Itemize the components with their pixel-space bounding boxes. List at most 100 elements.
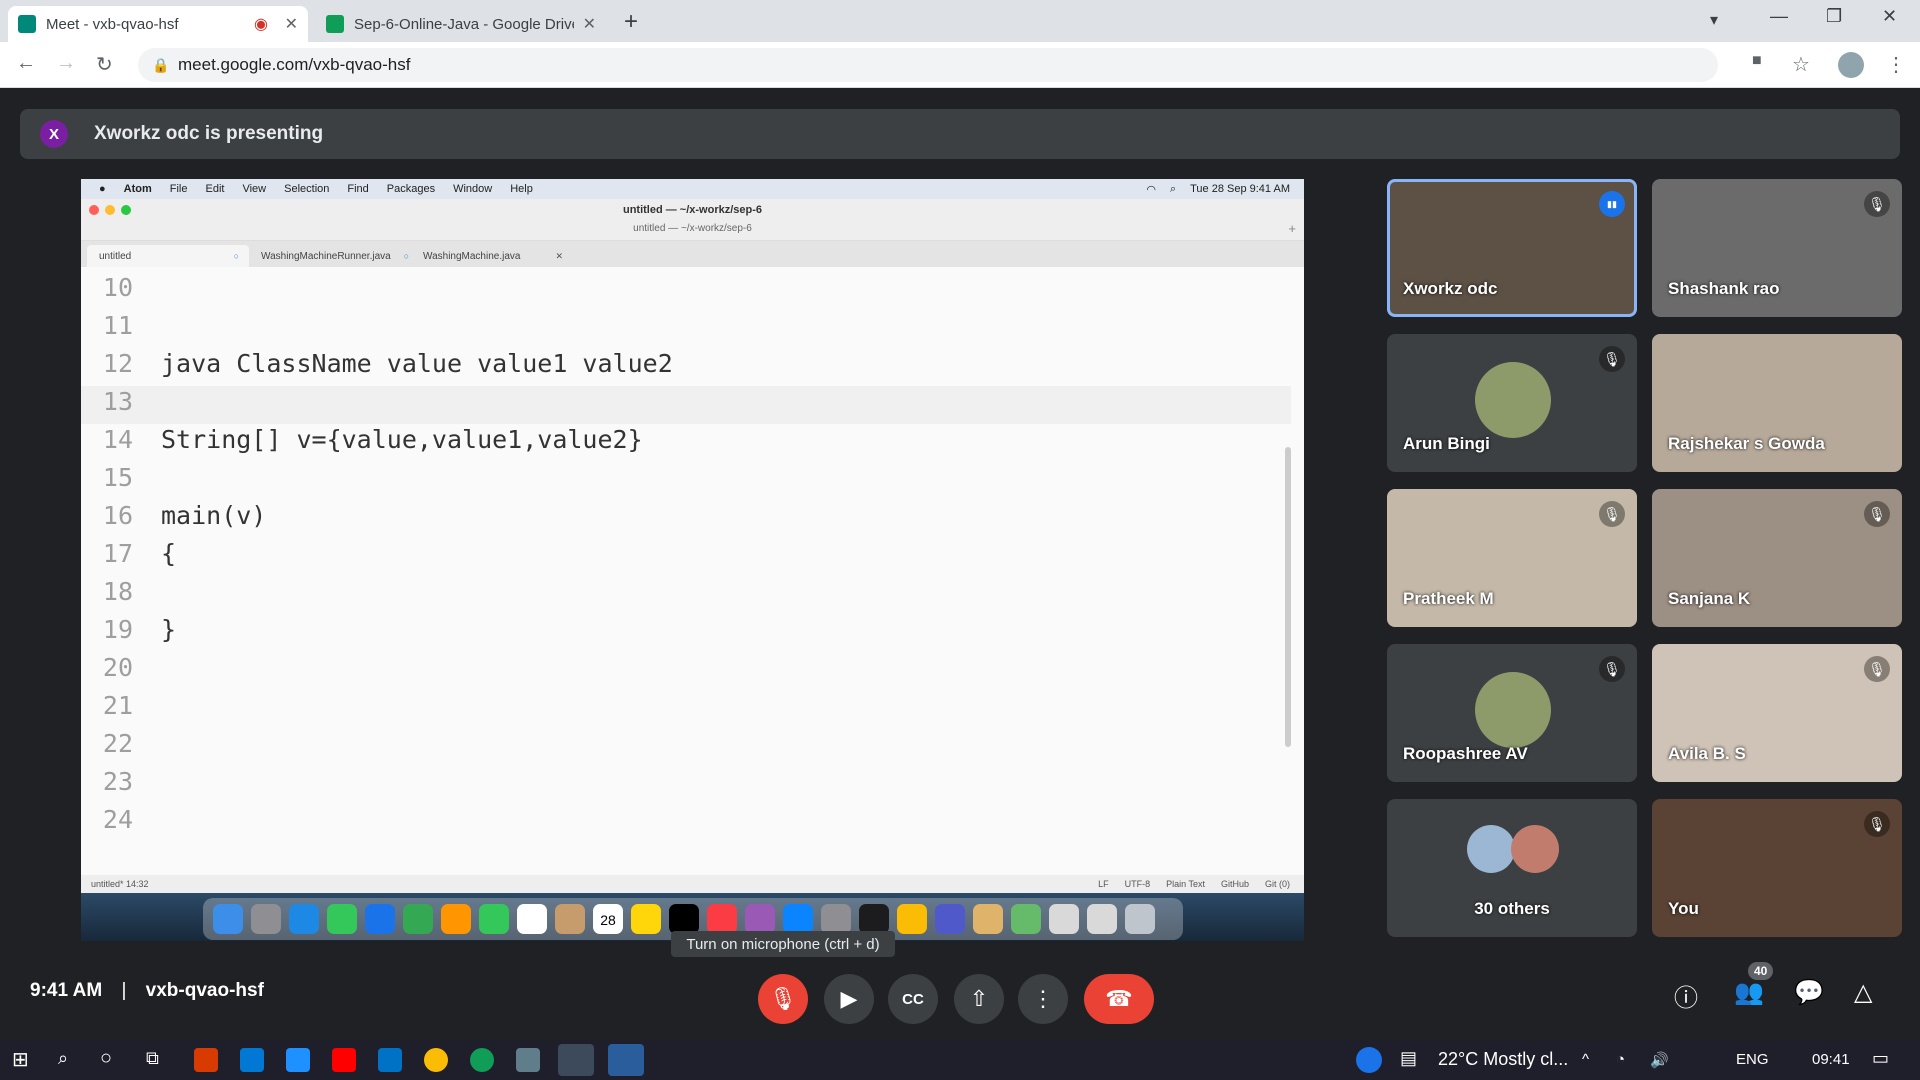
edge-icon[interactable] <box>470 1048 494 1072</box>
menu-kebab-icon[interactable]: ⋮ <box>1886 52 1906 77</box>
files-icon[interactable] <box>286 1048 310 1072</box>
profile-avatar[interactable] <box>1838 52 1864 78</box>
tab-drive[interactable]: Sep-6-Online-Java - Google Drive ✕ <box>316 6 606 42</box>
dock-app-icon <box>669 904 699 934</box>
windows-start-icon[interactable]: ⊞ <box>12 1047 29 1072</box>
task-view-icon[interactable]: ⧉ <box>146 1048 159 1069</box>
participant-tile[interactable]: Arun Bingi 🎙 <box>1387 334 1637 472</box>
dock-app-icon <box>1087 904 1117 934</box>
bookmark-star-icon[interactable]: ☆ <box>1792 52 1810 77</box>
search-icon[interactable]: ⌕ <box>58 1048 68 1069</box>
participant-name: Rajshekar s Gowda <box>1668 434 1825 453</box>
participant-tile[interactable]: Sanjana K 🎙 <box>1652 489 1902 627</box>
separator: | <box>121 980 127 1001</box>
meeting-info-icon[interactable]: ⓘ <box>1674 978 1698 1013</box>
mic-off-icon: 🎙 <box>1864 501 1890 527</box>
chat-icon[interactable]: 💬 <box>1794 978 1824 1007</box>
restore-icon[interactable]: ❐ <box>1826 6 1842 27</box>
line-number: 12 <box>102 349 133 378</box>
volume-icon[interactable]: 🔊 <box>1650 1051 1669 1069</box>
meet-stage: X Xworkz odc is presenting ● Atom File E… <box>0 88 1920 1040</box>
office-icon[interactable] <box>194 1048 218 1072</box>
minimize-icon[interactable]: — <box>1770 6 1788 27</box>
people-icon[interactable]: 👥 <box>1734 978 1764 1007</box>
activities-icon[interactable]: △ <box>1854 978 1872 1007</box>
wifi-icon: ◠ <box>1146 183 1156 196</box>
notifications-icon[interactable]: ▭ <box>1872 1048 1889 1069</box>
meet-favicon-icon <box>18 15 36 33</box>
editor-scrollbar <box>1285 447 1291 747</box>
participant-tile[interactable]: Rajshekar s Gowda <box>1652 334 1902 472</box>
participant-avatar <box>1467 825 1515 873</box>
more-vert-icon: ⋮ <box>1032 986 1054 1011</box>
store-icon[interactable] <box>240 1048 264 1072</box>
youtube-icon[interactable] <box>332 1048 356 1072</box>
meeting-time: 9:41 AM <box>30 980 103 1001</box>
reload-icon[interactable]: ↻ <box>96 52 113 77</box>
participant-avatar <box>1475 362 1551 438</box>
close-tab-icon[interactable]: ✕ <box>285 14 298 34</box>
atom-tab-untitled: untitled ○ <box>87 245 249 267</box>
url-input[interactable]: 🔒 meet.google.com/vxb-qvao-hsf <box>138 48 1718 82</box>
line-number: 20 <box>102 653 133 682</box>
more-options-button[interactable]: ⋮ <box>1018 974 1068 1024</box>
present-screen-icon: ⇧ <box>969 986 989 1011</box>
menu-view: View <box>242 183 267 195</box>
close-tab-icon[interactable]: ✕ <box>583 14 596 34</box>
line-number: 22 <box>102 729 133 758</box>
participant-tile[interactable]: Shashank rao 🎙 <box>1652 179 1902 317</box>
dock-app-icon <box>365 904 395 934</box>
present-button[interactable]: ⇧ <box>954 974 1004 1024</box>
chrome-running-icon[interactable] <box>558 1044 594 1076</box>
close-window-icon[interactable]: ✕ <box>1882 6 1897 27</box>
chevron-up-icon[interactable]: ^ <box>1582 1051 1589 1068</box>
camera-icon[interactable]: ■ <box>1752 52 1762 70</box>
tab-search-icon[interactable]: ▾ <box>1710 10 1718 30</box>
leave-call-button[interactable]: ☎ <box>1084 974 1154 1024</box>
dock-app-icon <box>327 904 357 934</box>
new-tab-icon[interactable]: + <box>624 8 638 36</box>
participant-count-badge: 40 <box>1748 962 1774 980</box>
app-icon[interactable] <box>516 1048 540 1072</box>
participant-tile[interactable]: You 🎙 <box>1652 799 1902 937</box>
taskbar-clock[interactable]: 09:41 <box>1812 1051 1850 1068</box>
participant-tile[interactable]: Avila B. S 🎙 <box>1652 644 1902 782</box>
mic-toggle-button[interactable]: 🎙 <box>758 974 808 1024</box>
help-icon[interactable] <box>1356 1047 1382 1073</box>
participant-tile[interactable]: Pratheek M 🎙 <box>1387 489 1637 627</box>
dock-app-icon <box>897 904 927 934</box>
dock-app-icon <box>517 904 547 934</box>
tab-meet[interactable]: Meet - vxb-qvao-hsf ◉ ✕ <box>8 6 308 42</box>
dock-app-icon <box>859 904 889 934</box>
windows-taskbar: ⊞ ⌕ ○ ⧉ ▤ 22°C Mostly cl... ^ ◔ 🔊 ENG 09… <box>0 1040 1920 1080</box>
cortana-icon[interactable]: ○ <box>100 1047 112 1070</box>
atom-status-bar: untitled* 14:32 LF UTF-8 Plain Text GitH… <box>81 875 1304 893</box>
participant-name: Arun Bingi <box>1403 434 1490 453</box>
mic-off-icon: 🎙 <box>1599 346 1625 372</box>
dock-app-icon <box>707 904 737 934</box>
hang-up-icon: ☎ <box>1105 986 1133 1011</box>
mic-off-icon: 🎙 <box>769 986 797 1011</box>
network-icon[interactable]: ◔ <box>1616 1051 1625 1068</box>
participant-tile[interactable]: Roopashree AV 🎙 <box>1387 644 1637 782</box>
status-cursor: untitled* 14:32 <box>91 879 149 889</box>
mail-icon[interactable] <box>378 1048 402 1072</box>
dock-app-icon <box>213 904 243 934</box>
meeting-details: 9:41 AM | vxb-qvao-hsf <box>30 980 264 1002</box>
menu-selection: Selection <box>284 183 330 195</box>
weather-text[interactable]: 22°C Mostly cl... <box>1438 1049 1568 1070</box>
dock-app-icon <box>745 904 775 934</box>
captions-button[interactable]: CC <box>888 974 938 1024</box>
status-grammar: Plain Text <box>1166 879 1205 889</box>
app-running-icon[interactable] <box>608 1044 644 1076</box>
atom-titlebar: untitled — ~/x-workz/sep-6 untitled — ~/… <box>81 199 1304 241</box>
chrome-icon[interactable] <box>424 1048 448 1072</box>
language-indicator[interactable]: ENG <box>1736 1051 1769 1068</box>
participant-tile[interactable]: Xworkz odc ▮▮ <box>1387 179 1637 317</box>
back-icon[interactable]: ← <box>16 52 36 75</box>
forward-icon[interactable]: → <box>56 52 76 75</box>
participant-tile[interactable]: 30 others <box>1387 799 1637 937</box>
code-line: String[] v={value,value1,value2} <box>161 425 643 454</box>
atom-tab-runner: WashingMachineRunner.java ○ <box>249 245 411 267</box>
camera-toggle-button[interactable]: ▶ <box>824 974 874 1024</box>
